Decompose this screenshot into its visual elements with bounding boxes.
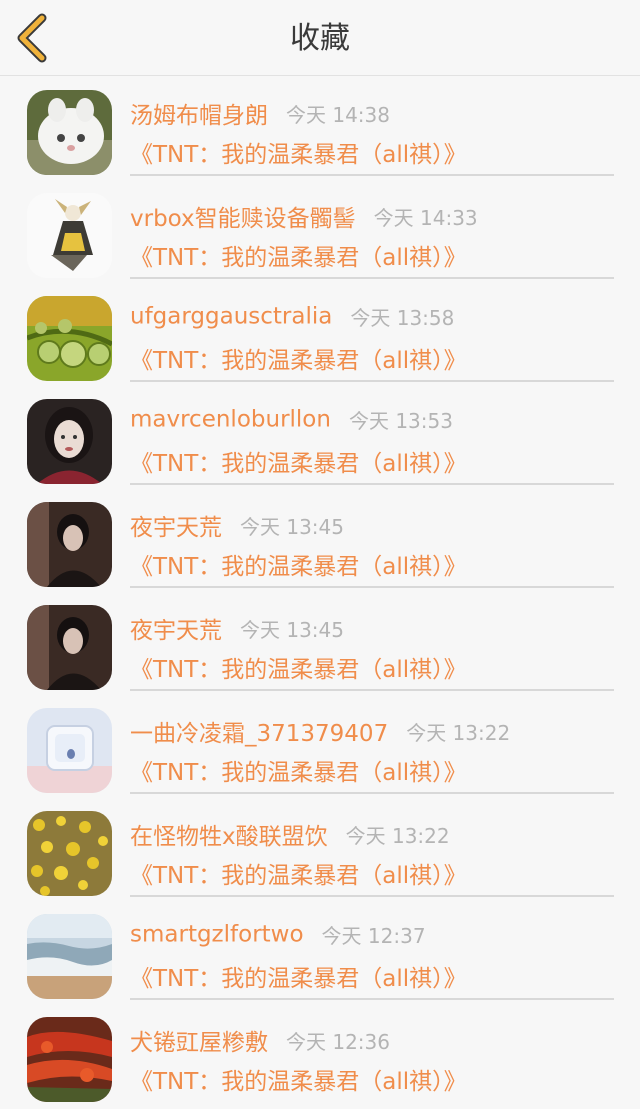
user-name[interactable]: vrbox智能赎设备髑髻 (130, 206, 356, 232)
timestamp: 今天 13:53 (348, 409, 453, 433)
user-name[interactable]: 夜宇天荒 (130, 618, 222, 644)
list-item[interactable]: 汤姆布帽身朗 今天 14:38 《TNT：我的温柔暴君（all祺）》 (0, 80, 640, 182)
timestamp: 今天 12:37 (321, 924, 426, 948)
divider (130, 483, 614, 485)
user-name[interactable]: 在怪物牲x酸联盟饮 (130, 824, 328, 850)
book-title-link[interactable]: 《TNT：我的温柔暴君（all祺）》 (130, 547, 467, 581)
timestamp: 今天 13:58 (350, 306, 455, 330)
divider (130, 895, 614, 897)
divider (130, 586, 614, 588)
avatar[interactable] (27, 1017, 112, 1102)
divider (130, 689, 614, 691)
book-title-link[interactable]: 《TNT：我的温柔暴君（all祺）》 (130, 444, 467, 478)
list-item[interactable]: 夜宇天荒 今天 13:45 《TNT：我的温柔暴君（all祺）》 (0, 492, 640, 594)
avatar[interactable] (27, 502, 112, 587)
user-name[interactable]: 夜宇天荒 (130, 515, 222, 541)
user-name[interactable]: 汤姆布帽身朗 (130, 103, 268, 129)
timestamp: 今天 14:38 (286, 102, 390, 127)
avatar[interactable] (27, 193, 112, 278)
list-item[interactable]: 犬锩豇屋糁敷 今天 12:36 《TNT：我的温柔暴君（all祺）》 (0, 1007, 640, 1109)
list-item[interactable]: vrbox智能赎设备髑髻 今天 14:33 《TNT：我的温柔暴君（all祺）》 (0, 183, 640, 285)
avatar[interactable] (27, 914, 112, 999)
avatar[interactable] (27, 811, 112, 896)
divider (130, 998, 614, 1000)
page-title: 收藏 (290, 21, 350, 56)
nav-bar: 收藏 (0, 0, 640, 76)
list-item[interactable]: 夜宇天荒 今天 13:45 《TNT：我的温柔暴君（all祺）》 (0, 595, 640, 697)
book-title-link[interactable]: 《TNT：我的温柔暴君（all祺）》 (130, 753, 467, 787)
list-item[interactable]: smartgzlfortwo 今天 12:37 《TNT：我的温柔暴君（all祺）… (0, 904, 640, 1006)
timestamp: 今天 13:22 (345, 823, 450, 848)
timestamp: 今天 14:33 (373, 205, 478, 230)
book-title-link[interactable]: 《TNT：我的温柔暴君（all祺）》 (130, 959, 467, 993)
user-name[interactable]: smartgzlfortwo (130, 922, 304, 948)
book-title-link[interactable]: 《TNT：我的温柔暴君（all祺）》 (130, 856, 467, 890)
timestamp: 今天 13:45 (240, 617, 344, 642)
book-title-link[interactable]: 《TNT：我的温柔暴君（all祺）》 (130, 341, 467, 375)
book-title-link[interactable]: 《TNT：我的温柔暴君（all祺）》 (130, 238, 467, 272)
book-title-link[interactable]: 《TNT：我的温柔暴君（all祺）》 (130, 1062, 467, 1096)
divider (130, 277, 614, 279)
list-item[interactable]: ufgarggausctralia 今天 13:58 《TNT：我的温柔暴君（al… (0, 286, 640, 388)
avatar[interactable] (27, 708, 112, 793)
avatar[interactable] (27, 399, 112, 484)
avatar[interactable] (27, 90, 112, 175)
divider (130, 792, 614, 794)
user-name[interactable]: ufgarggausctralia (130, 304, 332, 330)
book-title-link[interactable]: 《TNT：我的温柔暴君（all祺）》 (130, 135, 467, 169)
timestamp: 今天 13:45 (240, 514, 344, 539)
list-item[interactable]: 一曲冷凌霜_371379407 今天 13:22 《TNT：我的温柔暴君（all祺… (0, 698, 640, 800)
user-name[interactable]: mavrcenloburllon (130, 407, 331, 433)
timestamp: 今天 13:22 (406, 720, 511, 745)
timestamp: 今天 12:36 (286, 1029, 390, 1054)
divider (130, 380, 614, 382)
avatar[interactable] (27, 605, 112, 690)
divider (130, 174, 614, 176)
list-item[interactable]: 在怪物牲x酸联盟饮 今天 13:22 《TNT：我的温柔暴君（all祺）》 (0, 801, 640, 903)
book-title-link[interactable]: 《TNT：我的温柔暴君（all祺）》 (130, 650, 467, 684)
avatar[interactable] (27, 296, 112, 381)
list-item[interactable]: mavrcenloburllon 今天 13:53 《TNT：我的温柔暴君（all… (0, 389, 640, 491)
user-name[interactable]: 犬锩豇屋糁敷 (130, 1030, 268, 1056)
user-name[interactable]: 一曲冷凌霜_371379407 (130, 721, 388, 747)
